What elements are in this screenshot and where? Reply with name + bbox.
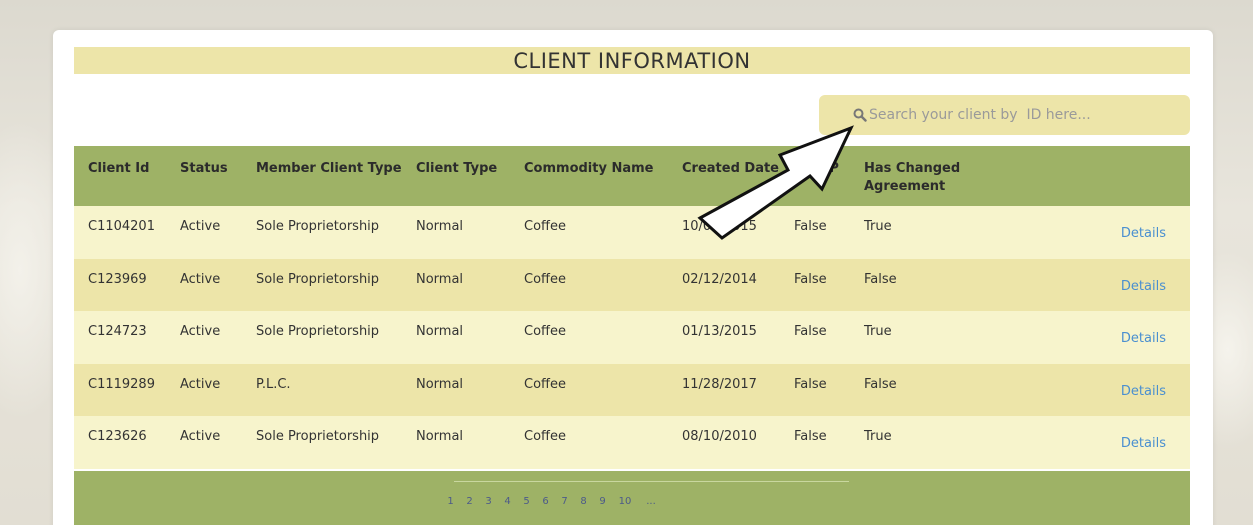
cell-commodity-name: Coffee	[524, 219, 566, 234]
cell-client-type: Normal	[416, 376, 464, 392]
cell-status: Active	[180, 376, 221, 392]
cell-created-date: 11/28/2017	[682, 376, 757, 392]
page-link-2[interactable]: 2	[460, 496, 479, 507]
page-link-6[interactable]: 6	[536, 496, 555, 507]
cell-client-type: Normal	[416, 219, 464, 234]
cell-is-stp: False	[794, 219, 827, 234]
cell-has-changed-agreement: True	[864, 429, 892, 444]
details-link[interactable]: Details	[1121, 384, 1166, 399]
cell-member-client-type: Sole Proprietorship	[256, 271, 380, 287]
cell-has-changed-agreement: True	[864, 324, 892, 339]
page-link-8[interactable]: 8	[574, 496, 593, 507]
header-member-client-type[interactable]: Member Client Type	[250, 146, 410, 206]
cell-created-date: 10/07/2015	[682, 219, 757, 234]
pagination-divider	[454, 481, 849, 482]
cell-client-type: Normal	[416, 324, 464, 339]
page-link-5[interactable]: 5	[517, 496, 536, 507]
cell-details: Details	[1008, 364, 1190, 417]
title-bar: CLIENT INFORMATION	[74, 47, 1190, 74]
header-created-date[interactable]: Created Date	[676, 146, 788, 206]
cell-client-type: Normal	[416, 271, 464, 287]
cell-status: Active	[180, 271, 221, 287]
page-link-9[interactable]: 9	[593, 496, 612, 507]
table-row: C123969 Active Sole Proprietorship Norma…	[74, 258, 1190, 312]
cell-status: Active	[180, 429, 221, 444]
pagination: 1 2 3 4 5 6 7 8 9 10 ...	[441, 496, 664, 507]
cell-commodity-name: Coffee	[524, 429, 566, 444]
cell-has-changed-agreement: False	[864, 271, 897, 287]
search-input[interactable]	[869, 107, 1149, 123]
page-link-10[interactable]: 10	[612, 496, 638, 507]
cell-commodity-name: Coffee	[524, 324, 566, 339]
cell-status: Active	[180, 324, 221, 339]
details-link[interactable]: Details	[1121, 436, 1166, 451]
cell-details: Details	[1008, 259, 1190, 312]
cell-client-id: C124723	[88, 324, 147, 339]
header-status[interactable]: Status	[174, 146, 250, 206]
cell-client-id: C1119289	[88, 376, 155, 392]
cell-commodity-name: Coffee	[524, 271, 566, 287]
cell-is-stp: False	[794, 271, 827, 287]
cell-is-stp: False	[794, 324, 827, 339]
cell-member-client-type: Sole Proprietorship	[256, 219, 380, 234]
cell-status: Active	[180, 219, 221, 234]
cell-member-client-type: P.L.C.	[256, 376, 291, 392]
header-commodity-name[interactable]: Commodity Name	[518, 146, 676, 206]
cell-created-date: 08/10/2010	[682, 429, 757, 444]
page-link-1[interactable]: 1	[441, 496, 460, 507]
details-link[interactable]: Details	[1121, 279, 1166, 294]
header-actions	[1008, 146, 1190, 206]
client-table: Client Id Status Member Client Type Clie…	[74, 146, 1190, 469]
cell-details: Details	[1008, 416, 1190, 469]
search-icon	[853, 108, 867, 122]
table-row: C124723 Active Sole Proprietorship Norma…	[74, 311, 1190, 364]
client-info-panel: CLIENT INFORMATION Client Id Status	[53, 30, 1213, 525]
cell-commodity-name: Coffee	[524, 376, 566, 392]
page-link-more[interactable]: ...	[638, 496, 664, 507]
pagination-bar: 1 2 3 4 5 6 7 8 9 10 ...	[74, 471, 1190, 525]
cell-created-date: 01/13/2015	[682, 324, 757, 339]
header-client-id[interactable]: Client Id	[74, 146, 174, 206]
header-has-changed-agreement[interactable]: Has Changed Agreement	[858, 146, 1008, 206]
cell-member-client-type: Sole Proprietorship	[256, 324, 380, 339]
cell-client-type: Normal	[416, 429, 464, 444]
cell-details: Details	[1008, 206, 1190, 259]
cell-client-id: C123626	[88, 429, 147, 444]
table-row: C1119289 Active P.L.C. Normal Coffee 11/…	[74, 363, 1190, 417]
page-title: CLIENT INFORMATION	[513, 48, 751, 73]
table-row: C1104201 Active Sole Proprietorship Norm…	[74, 206, 1190, 259]
page-link-7[interactable]: 7	[555, 496, 574, 507]
search-box[interactable]	[819, 95, 1190, 135]
cell-has-changed-agreement: True	[864, 219, 892, 234]
cell-client-id: C123969	[88, 271, 147, 287]
cell-is-stp: False	[794, 376, 827, 392]
table-header-row: Client Id Status Member Client Type Clie…	[74, 146, 1190, 206]
cell-is-stp: False	[794, 429, 827, 444]
details-link[interactable]: Details	[1121, 226, 1166, 241]
cell-details: Details	[1008, 311, 1190, 364]
header-client-type[interactable]: Client Type	[410, 146, 518, 206]
cell-created-date: 02/12/2014	[682, 271, 757, 287]
cell-member-client-type: Sole Proprietorship	[256, 429, 380, 444]
page-link-3[interactable]: 3	[479, 496, 498, 507]
table-row: C123626 Active Sole Proprietorship Norma…	[74, 416, 1190, 469]
cell-has-changed-agreement: False	[864, 376, 897, 392]
details-link[interactable]: Details	[1121, 331, 1166, 346]
header-is-stp[interactable]: Is STP	[788, 146, 858, 206]
page-link-4[interactable]: 4	[498, 496, 517, 507]
cell-client-id: C1104201	[88, 219, 155, 234]
